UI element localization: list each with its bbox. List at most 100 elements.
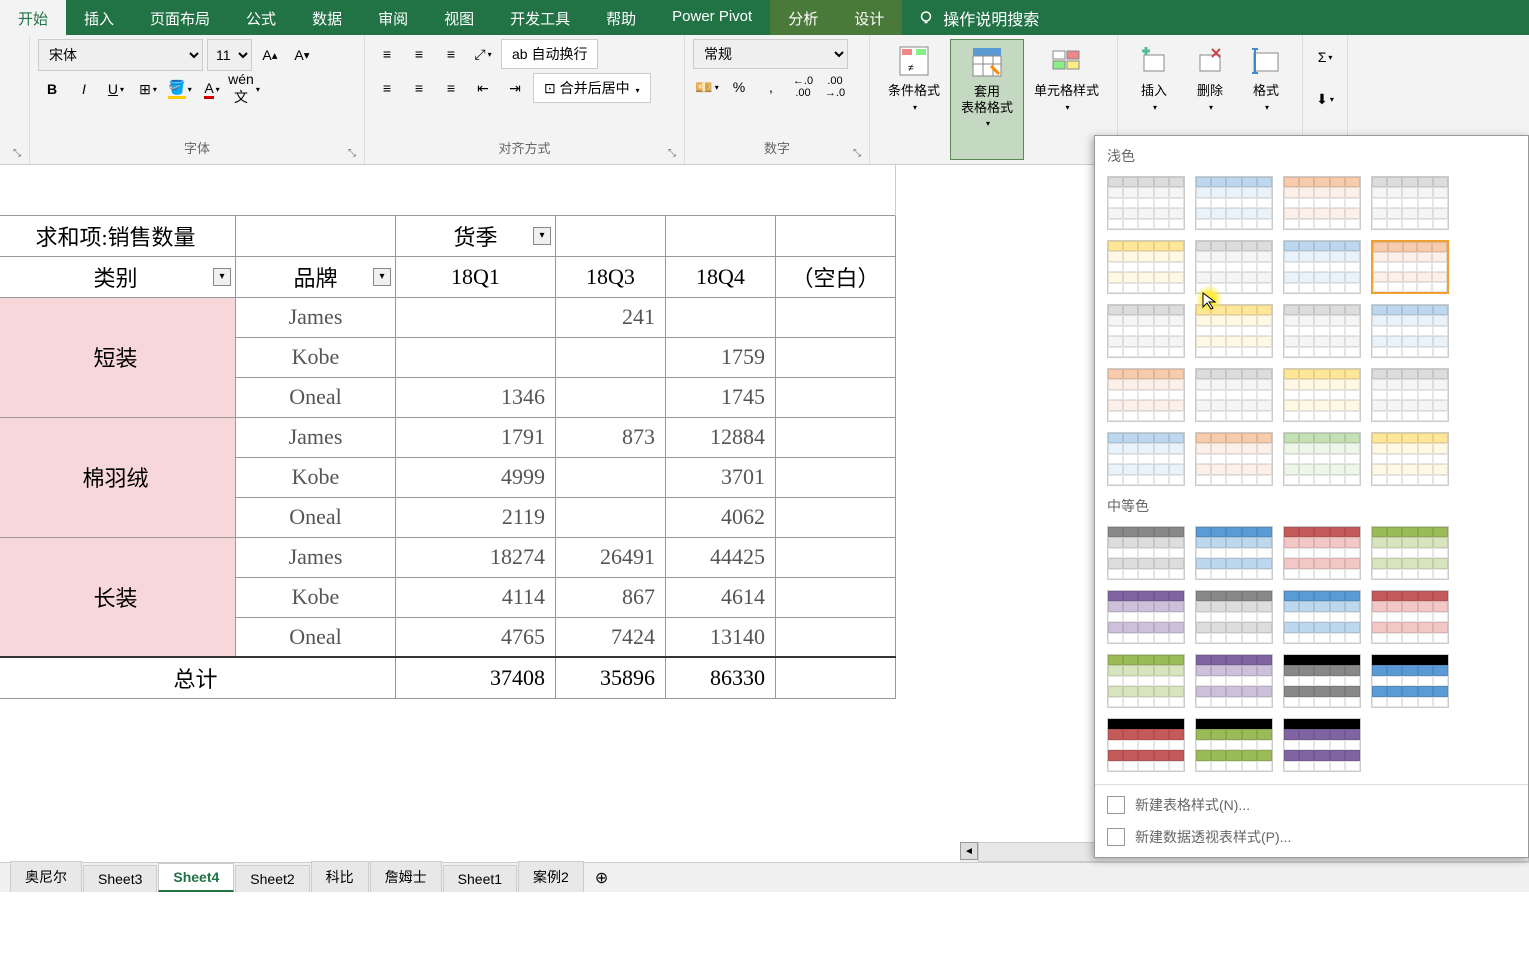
table-style-swatch[interactable] bbox=[1371, 368, 1449, 422]
table-style-swatch[interactable] bbox=[1283, 240, 1361, 294]
merge-center-btn[interactable]: ⊡ 合并后居中 ▾ bbox=[533, 73, 651, 103]
table-style-swatch[interactable] bbox=[1107, 176, 1185, 230]
font-size-select[interactable]: 11 bbox=[207, 39, 252, 71]
align-middle-btn[interactable]: ≡ bbox=[405, 40, 433, 68]
category-cell[interactable]: 长装 bbox=[0, 537, 236, 657]
table-style-swatch[interactable] bbox=[1107, 304, 1185, 358]
tell-me-search[interactable]: 操作说明搜索 bbox=[902, 0, 1054, 35]
table-style-swatch[interactable] bbox=[1283, 176, 1361, 230]
wrap-text-btn[interactable]: ab 自动换行 bbox=[501, 39, 598, 69]
season-filter-btn[interactable]: ▾ bbox=[533, 227, 551, 245]
font-family-select[interactable]: 宋体 bbox=[38, 39, 203, 71]
table-style-swatch[interactable] bbox=[1195, 654, 1273, 708]
percent-btn[interactable]: % bbox=[725, 73, 753, 101]
decrease-font-btn[interactable]: A▾ bbox=[288, 41, 316, 69]
table-style-swatch[interactable] bbox=[1371, 432, 1449, 486]
sheet-tab[interactable]: 案例2 bbox=[518, 861, 584, 892]
tab-view[interactable]: 视图 bbox=[426, 0, 492, 35]
category-header[interactable]: 类别 ▾ bbox=[0, 256, 236, 297]
season-header[interactable]: 货季 ▾ bbox=[396, 215, 556, 256]
table-style-swatch[interactable] bbox=[1195, 718, 1273, 772]
table-style-swatch[interactable] bbox=[1283, 718, 1361, 772]
bold-btn[interactable]: B bbox=[38, 75, 66, 103]
category-filter-btn[interactable]: ▾ bbox=[213, 268, 231, 286]
italic-btn[interactable]: I bbox=[70, 75, 98, 103]
tab-design[interactable]: 设计 bbox=[836, 0, 902, 35]
brand-cell[interactable]: Oneal bbox=[236, 377, 396, 417]
add-sheet-btn[interactable]: ⊕ bbox=[585, 864, 618, 892]
table-style-swatch[interactable] bbox=[1195, 368, 1273, 422]
align-bottom-btn[interactable]: ≡ bbox=[437, 40, 465, 68]
sheet-tab[interactable]: 奥尼尔 bbox=[10, 861, 82, 892]
brand-cell[interactable]: Kobe bbox=[236, 577, 396, 617]
font-color-btn[interactable]: A▾ bbox=[198, 75, 226, 103]
table-style-swatch[interactable] bbox=[1283, 432, 1361, 486]
table-style-swatch[interactable] bbox=[1371, 304, 1449, 358]
category-cell[interactable]: 短装 bbox=[0, 297, 236, 417]
currency-btn[interactable]: 💴▾ bbox=[693, 73, 721, 101]
sheet-tab-active[interactable]: Sheet4 bbox=[158, 863, 234, 892]
orientation-btn[interactable]: ⤢▾ bbox=[469, 40, 497, 68]
table-style-swatch[interactable] bbox=[1371, 240, 1449, 294]
font-launcher[interactable]: ⤡ bbox=[348, 148, 362, 162]
brand-cell[interactable]: James bbox=[236, 537, 396, 577]
autosum-btn[interactable]: Σ▾ bbox=[1311, 43, 1339, 71]
pivot-table[interactable]: 求和项:销售数量 货季 ▾ 类别 ▾ 品牌 ▾ 18Q1 18Q3 18Q4 （… bbox=[0, 165, 896, 699]
number-launcher[interactable]: ⤡ bbox=[853, 148, 867, 162]
table-style-swatch[interactable] bbox=[1371, 654, 1449, 708]
increase-decimal-btn[interactable]: ←.0.00 bbox=[789, 73, 817, 101]
table-style-swatch[interactable] bbox=[1195, 526, 1273, 580]
sheet-tab[interactable]: Sheet3 bbox=[83, 865, 157, 892]
fill-btn[interactable]: ⬇▾ bbox=[1311, 86, 1339, 114]
underline-btn[interactable]: U▾ bbox=[102, 75, 130, 103]
sheet-tab[interactable]: Sheet1 bbox=[443, 865, 517, 892]
alignment-launcher[interactable]: ⤡ bbox=[668, 148, 682, 162]
comma-btn[interactable]: , bbox=[757, 73, 785, 101]
table-style-swatch[interactable] bbox=[1107, 432, 1185, 486]
table-style-swatch[interactable] bbox=[1283, 368, 1361, 422]
align-top-btn[interactable]: ≡ bbox=[373, 40, 401, 68]
scroll-left-btn[interactable]: ◄ bbox=[960, 842, 978, 860]
align-center-btn[interactable]: ≡ bbox=[405, 74, 433, 102]
brand-cell[interactable]: Kobe bbox=[236, 337, 396, 377]
brand-filter-btn[interactable]: ▾ bbox=[373, 268, 391, 286]
new-table-style-btn[interactable]: 新建表格样式(N)... bbox=[1095, 789, 1528, 821]
table-style-swatch[interactable] bbox=[1371, 176, 1449, 230]
table-style-swatch[interactable] bbox=[1195, 590, 1273, 644]
total-label[interactable]: 总计 bbox=[0, 657, 396, 699]
tab-analyze[interactable]: 分析 bbox=[770, 0, 836, 35]
new-pivot-style-btn[interactable]: 新建数据透视表样式(P)... bbox=[1095, 821, 1528, 853]
increase-indent-btn[interactable]: ⇥ bbox=[501, 74, 529, 102]
tab-data[interactable]: 数据 bbox=[294, 0, 360, 35]
table-style-swatch[interactable] bbox=[1107, 526, 1185, 580]
sheet-tab[interactable]: 科比 bbox=[311, 861, 369, 892]
sheet-tab[interactable]: 詹姆士 bbox=[370, 861, 442, 892]
brand-cell[interactable]: Kobe bbox=[236, 457, 396, 497]
table-style-swatch[interactable] bbox=[1195, 176, 1273, 230]
table-style-swatch[interactable] bbox=[1283, 526, 1361, 580]
category-cell[interactable]: 棉羽绒 bbox=[0, 417, 236, 537]
tab-powerpivot[interactable]: Power Pivot bbox=[654, 0, 770, 35]
increase-font-btn[interactable]: A▴ bbox=[256, 41, 284, 69]
table-style-swatch[interactable] bbox=[1371, 590, 1449, 644]
table-style-swatch[interactable] bbox=[1283, 304, 1361, 358]
table-style-swatch[interactable] bbox=[1371, 526, 1449, 580]
tab-insert[interactable]: 插入 bbox=[66, 0, 132, 35]
tab-review[interactable]: 审阅 bbox=[360, 0, 426, 35]
table-style-swatch[interactable] bbox=[1283, 590, 1361, 644]
decrease-decimal-btn[interactable]: .00→.0 bbox=[821, 73, 849, 101]
number-format-select[interactable]: 常规 bbox=[693, 39, 848, 69]
align-left-btn[interactable]: ≡ bbox=[373, 74, 401, 102]
table-format-btn[interactable]: 套用 表格格式 ▾ bbox=[950, 39, 1024, 160]
tab-dev[interactable]: 开发工具 bbox=[492, 0, 588, 35]
table-style-swatch[interactable] bbox=[1107, 240, 1185, 294]
tab-layout[interactable]: 页面布局 bbox=[132, 0, 228, 35]
brand-cell[interactable]: James bbox=[236, 297, 396, 337]
tab-help[interactable]: 帮助 bbox=[588, 0, 654, 35]
conditional-format-btn[interactable]: ≠ 条件格式 ▾ bbox=[878, 39, 950, 160]
table-style-swatch[interactable] bbox=[1107, 718, 1185, 772]
table-style-swatch[interactable] bbox=[1195, 304, 1273, 358]
clipboard-launcher[interactable]: ⤡ bbox=[13, 148, 27, 162]
brand-cell[interactable]: James bbox=[236, 417, 396, 457]
table-style-swatch[interactable] bbox=[1195, 240, 1273, 294]
